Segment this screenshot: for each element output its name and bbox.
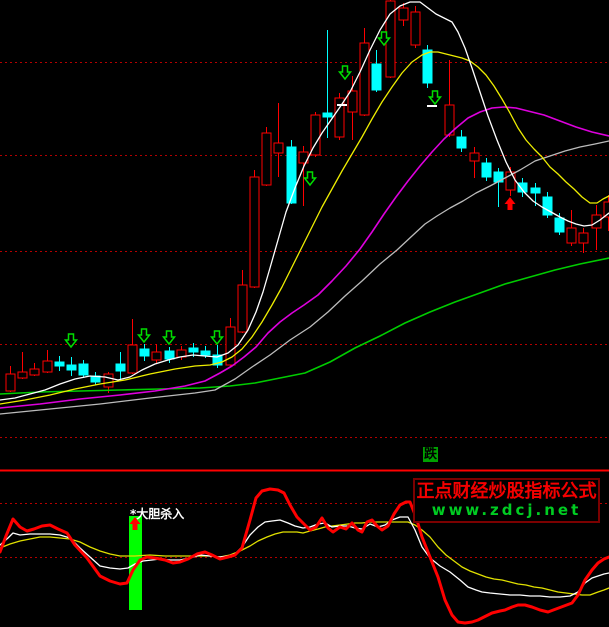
buy-signal-text: *大胆杀入 (130, 505, 184, 522)
candle-body-up (470, 153, 479, 161)
candle-body-down (79, 364, 88, 375)
trend-flag-label: 跌 (423, 447, 438, 462)
doji-dash-marker (337, 104, 347, 106)
candle-body-up (43, 361, 52, 372)
doji-dash-marker (427, 105, 437, 107)
candle-body-down (189, 348, 198, 352)
candle-body-up (30, 369, 39, 375)
indicator-histogram-bar (129, 516, 142, 610)
candle-body-up (262, 133, 271, 185)
candle-body-up (579, 233, 588, 243)
candle-body-up (18, 372, 27, 378)
candle-body-up (152, 352, 161, 360)
candle-body-down (201, 351, 210, 355)
candle-body-down (555, 218, 564, 232)
candle-body-down (67, 365, 76, 370)
candle-body-down (140, 349, 149, 356)
candle-body-up (411, 12, 420, 45)
candle-body-down (482, 163, 491, 177)
candle-body-down (423, 50, 432, 83)
candle-body-down (116, 364, 125, 371)
candle-body-up (104, 374, 113, 387)
candle-body-down (165, 351, 174, 359)
candle-body-up (567, 228, 576, 243)
watermark-title: 正点财经炒股指标公式 (415, 481, 598, 502)
candle-body-up (250, 177, 259, 287)
candle-body-down (323, 113, 332, 117)
candle-body-up (128, 345, 137, 373)
candle-body-up (274, 143, 283, 153)
watermark-box: 正点财经炒股指标公式 www.zdcj.net (413, 478, 600, 523)
stock-chart-window: 跌 *大胆杀入 正点财经炒股指标公式 www.zdcj.net (0, 0, 609, 627)
candle-body-down (531, 188, 540, 193)
candle-body-up (399, 8, 408, 20)
candlestick-chart-canvas[interactable] (0, 0, 609, 627)
candle-body-down (55, 362, 64, 366)
candle-body-down (287, 147, 296, 203)
candle-body-up (348, 91, 357, 112)
candle-body-down (372, 64, 381, 90)
candle-body-up (6, 374, 15, 391)
candle-body-up (238, 285, 247, 332)
watermark-url[interactable]: www.zdcj.net (415, 502, 598, 519)
candle-body-down (457, 137, 466, 148)
